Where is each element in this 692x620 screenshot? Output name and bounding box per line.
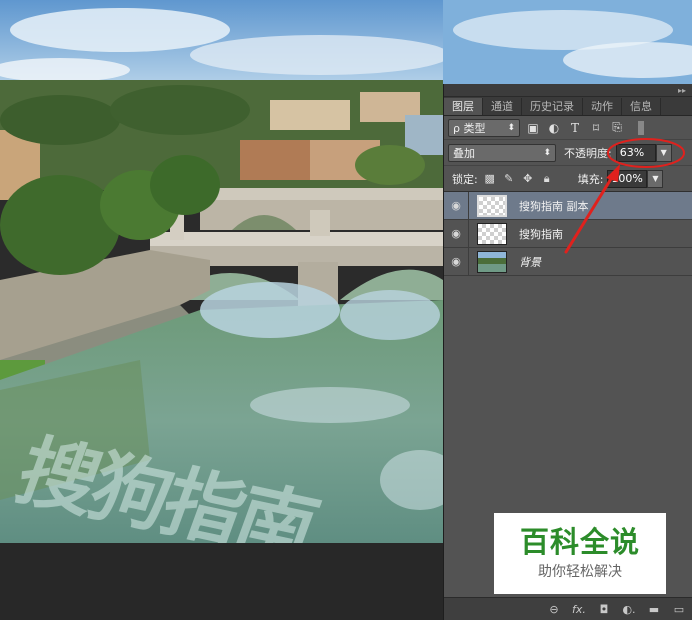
mask-icon[interactable]: ◘ (597, 603, 611, 616)
tab-info[interactable]: 信息 (622, 98, 661, 115)
chevron-updown-icon: ⬍ (543, 147, 551, 158)
layer-row[interactable]: ◉ 搜狗指南 (444, 219, 692, 248)
adjustment-filter-icon[interactable]: ◐ (546, 120, 562, 136)
layer-name[interactable]: 搜狗指南 副本 (519, 198, 589, 214)
watermark-box: 百科全说 助你轻松解决 (494, 513, 666, 594)
lock-transparent-icon[interactable]: ▩ (483, 172, 497, 186)
visibility-eye-icon[interactable]: ◉ (444, 255, 468, 268)
filter-row: ρ 类型 ⬍ ▣ ◐ T ⌑ ⎘ (444, 116, 692, 140)
tab-actions[interactable]: 动作 (583, 98, 622, 115)
filter-label: ρ 类型 (453, 121, 486, 135)
panel-header[interactable]: ▸▸ (444, 84, 692, 97)
opacity-label: 不透明度: (564, 146, 612, 160)
lock-row: 锁定: ▩ ✎ ✥ 🔒︎ 填充: 100% ▼ (444, 166, 692, 192)
blend-mode-select[interactable]: 叠加 ⬍ (448, 143, 556, 162)
collapse-icon[interactable]: ▸▸ (678, 86, 686, 95)
layer-divider (468, 219, 469, 248)
watermark-title: 百科全说 (519, 525, 640, 559)
visibility-eye-icon[interactable]: ◉ (444, 199, 468, 212)
layer-thumbnail[interactable] (477, 222, 507, 245)
canvas-background (0, 543, 443, 620)
filter-toggle-icon[interactable] (638, 120, 644, 135)
folder-icon[interactable]: ▬ (647, 603, 661, 616)
tab-layers[interactable]: 图层 (444, 98, 483, 115)
watermark-subtitle: 助你轻松解决 (538, 564, 622, 580)
panel-bottom-toolbar: ⊖ fx. ◘ ◐. ▬ ▭ (444, 597, 692, 620)
pixel-filter-icon[interactable]: ▣ (525, 120, 541, 136)
layer-name[interactable]: 搜狗指南 (519, 226, 563, 242)
layer-filter-select[interactable]: ρ 类型 ⬍ (448, 118, 520, 137)
lock-label: 锁定: (452, 172, 478, 186)
link-icon[interactable]: ⊖ (547, 603, 561, 616)
layer-divider (468, 191, 469, 220)
tab-channels[interactable]: 通道 (483, 98, 522, 115)
lock-image-icon[interactable]: ✎ (502, 172, 516, 186)
visibility-eye-icon[interactable]: ◉ (444, 227, 468, 240)
fill-label: 填充: (577, 172, 604, 186)
tab-history[interactable]: 历史记录 (522, 98, 583, 115)
type-filter-icon[interactable]: T (567, 120, 583, 136)
lock-position-icon[interactable]: ✥ (521, 172, 535, 186)
smart-object-filter-icon[interactable]: ⎘ (609, 120, 625, 136)
lock-all-icon[interactable]: 🔒︎ (540, 172, 554, 186)
fill-input[interactable]: 100% (607, 169, 648, 188)
layer-row[interactable]: ◉ 搜狗指南 副本 (444, 191, 692, 220)
layer-thumbnail[interactable] (477, 250, 507, 273)
chevron-down-icon: ▼ (660, 148, 667, 157)
shape-filter-icon[interactable]: ⌑ (588, 120, 604, 136)
fx-icon[interactable]: fx. (572, 603, 586, 616)
canvas-right-strip (443, 0, 692, 84)
opacity-input[interactable]: 63% (615, 143, 656, 162)
fill-dropdown[interactable]: ▼ (647, 169, 664, 188)
layer-thumbnail[interactable] (477, 194, 507, 217)
adjustment-icon[interactable]: ◐. (622, 603, 636, 616)
document-canvas[interactable]: 搜狗指南 (0, 0, 443, 543)
layer-divider (468, 247, 469, 276)
layer-name[interactable]: 背景 (519, 254, 541, 270)
blend-mode-value: 叠加 (453, 146, 475, 160)
panel-tabs: 图层 通道 历史记录 动作 信息 (444, 97, 692, 116)
chevron-down-icon: ▼ (652, 174, 659, 183)
new-layer-icon[interactable]: ▭ (672, 603, 686, 616)
layer-row[interactable]: ◉ 背景 (444, 247, 692, 276)
blend-row: 叠加 ⬍ 不透明度: 63% ▼ (444, 140, 692, 166)
chevron-updown-icon: ⬍ (507, 122, 515, 133)
opacity-dropdown[interactable]: ▼ (655, 143, 672, 162)
